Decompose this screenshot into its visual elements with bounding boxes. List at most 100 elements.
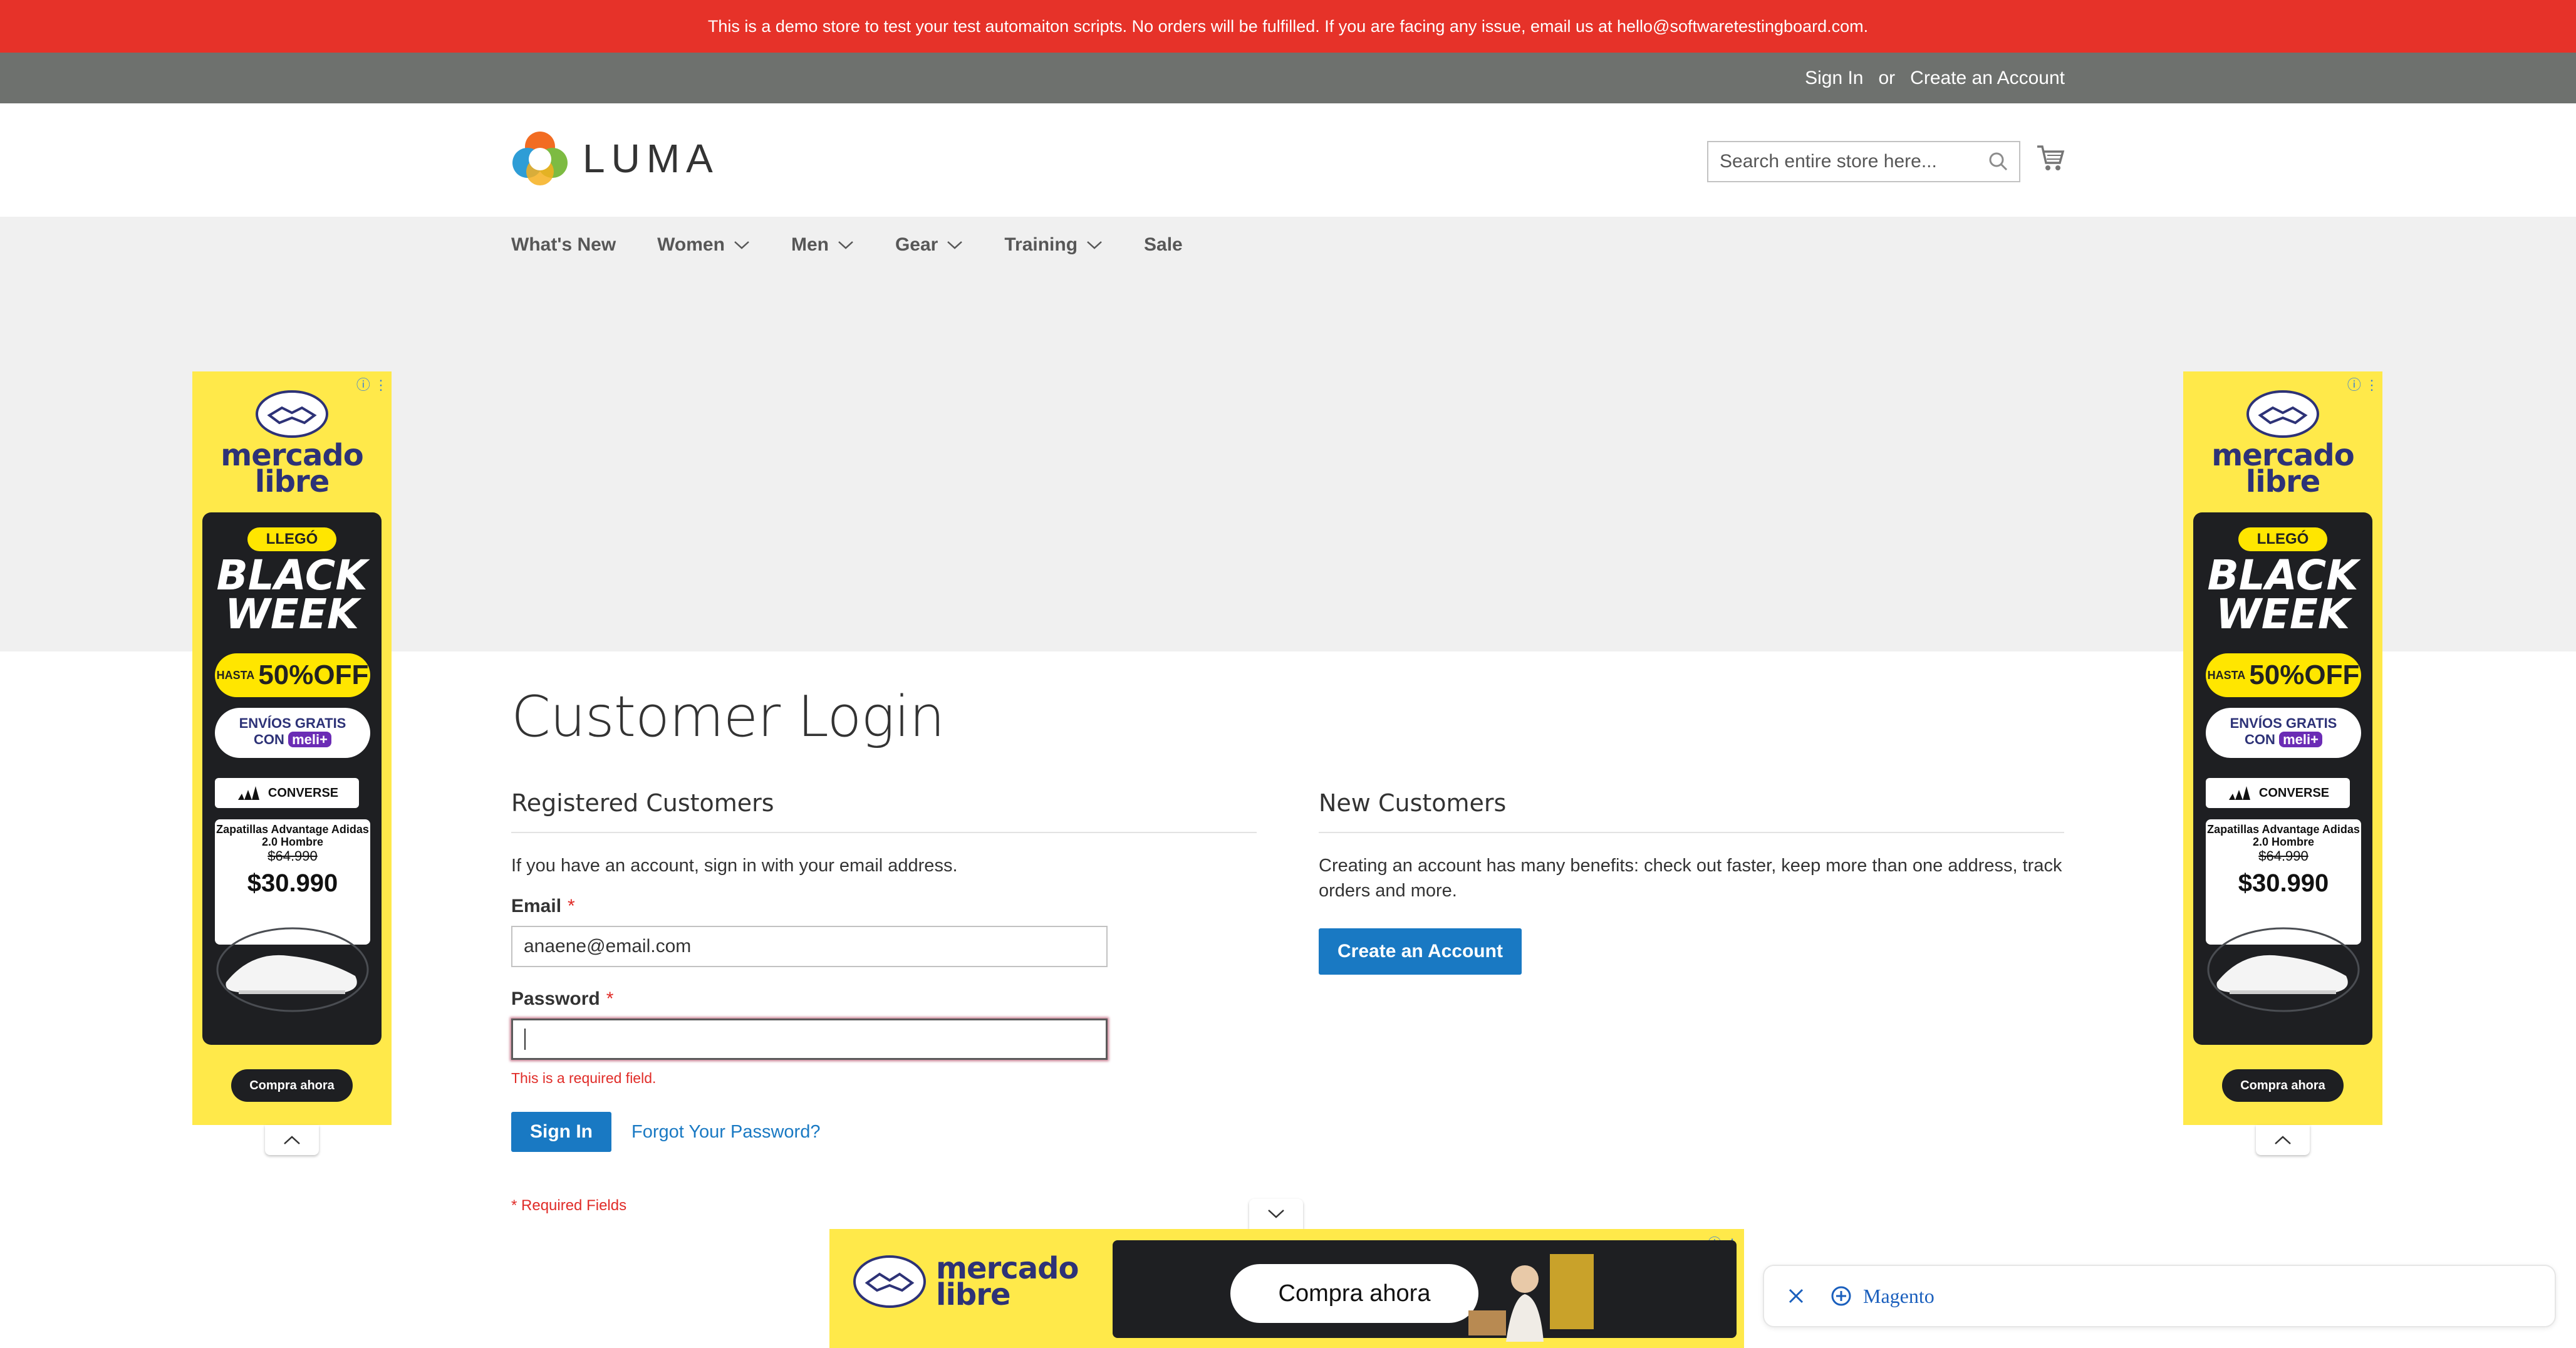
ad-shipping-pill: ENVÍOS GRATIS CON meli+: [2206, 708, 2361, 758]
magento-link[interactable]: Magento: [1831, 1285, 1935, 1308]
password-error-message: This is a required field.: [511, 1070, 657, 1086]
nav-item-label: Men: [791, 234, 829, 255]
adidas-logo-icon: [237, 786, 259, 800]
nav-item-label: Women: [657, 234, 725, 255]
ad-discount: 50%OFF: [258, 660, 369, 690]
forgot-password-link[interactable]: Forgot Your Password?: [631, 1122, 820, 1143]
ad-old-price: $64.990: [2258, 848, 2309, 864]
text-cursor: [524, 1029, 526, 1050]
cart-icon[interactable]: [2036, 144, 2065, 175]
email-field[interactable]: [511, 926, 1108, 967]
email-label-text: Email: [511, 896, 562, 916]
chevron-down-icon: [838, 241, 853, 249]
nav-item-women[interactable]: Women: [657, 234, 750, 256]
ad-converse: CONVERSE: [267, 785, 339, 800]
chevron-down-icon: [1268, 1210, 1284, 1218]
required-asterisk: *: [606, 988, 614, 1009]
registered-intro: If you have an account, sign in with you…: [511, 856, 958, 876]
ad-bottom-cta-button[interactable]: Compra ahora: [1230, 1264, 1478, 1323]
ad-envios-line1: ENVÍOS GRATIS: [2230, 715, 2337, 731]
nav-item-whats-new[interactable]: What's New: [511, 234, 616, 256]
ad-headline-line2: WEEK: [2215, 590, 2350, 638]
search-box[interactable]: [1707, 141, 2020, 182]
ad-shipping-pill: ENVÍOS GRATIS CON meli+: [215, 708, 370, 758]
nav-menu: What's New Women Men Gear Training Sale: [511, 234, 1183, 256]
sign-in-button[interactable]: Sign In: [511, 1112, 611, 1152]
nav-item-label: Training: [1004, 234, 1078, 255]
demo-banner-text: This is a demo store to test your test a…: [707, 16, 1869, 36]
ad-badge: LLEGÓ: [247, 527, 336, 551]
chevron-up-icon: [2275, 1136, 2291, 1144]
ad-old-price: $64.990: [267, 848, 318, 864]
logo-text: LUMA: [583, 136, 719, 181]
luma-logo-icon: [512, 132, 568, 185]
new-customers-title: New Customers: [1319, 789, 2064, 833]
ad-photo-image: [1468, 1254, 1594, 1342]
chevron-down-icon: [947, 241, 963, 249]
advertisement-bottom[interactable]: ⓘ ⋮ mercado libre Compra ahora: [829, 1229, 1744, 1348]
ad-cta-button[interactable]: Compra ahora: [231, 1069, 353, 1102]
ad-discount: 50%OFF: [2249, 660, 2360, 690]
ad-promo-card: LLEGÓ BLACK WEEK HASTA 50%OFF ENVÍOS GRA…: [202, 512, 382, 1045]
ad-converse: CONVERSE: [2258, 785, 2330, 800]
ad-price: $30.990: [2238, 869, 2329, 897]
login-actions: Sign In Forgot Your Password?: [511, 1112, 1257, 1152]
mercado-libre-logo: mercado libre: [192, 389, 392, 497]
ad-collapse-tab-left[interactable]: [265, 1125, 319, 1155]
ad-envios-line2: CON meli+: [215, 732, 370, 748]
password-field[interactable]: [511, 1019, 1108, 1060]
nav-item-sale[interactable]: Sale: [1144, 234, 1183, 256]
magento-notification: Magento: [1763, 1265, 2556, 1327]
email-label: Email *: [511, 896, 1257, 917]
site-header: LUMA: [0, 103, 2576, 217]
search-input[interactable]: [1720, 151, 1970, 172]
ad-brand-partners: CONVERSE: [215, 778, 359, 808]
mercado-libre-logo: mercado libre: [2183, 389, 2382, 497]
nav-item-gear[interactable]: Gear: [895, 234, 963, 256]
or-separator: or: [1878, 67, 1896, 88]
shoe-image: [216, 927, 369, 1012]
ad-headline-line1: BLACK: [216, 551, 368, 599]
mercado-libre-logo: mercado libre: [852, 1253, 1079, 1310]
ad-collapse-tab-right[interactable]: [2256, 1125, 2310, 1155]
ad-meli-plus: meli+: [288, 732, 331, 747]
ad-envios-con: CON: [2245, 732, 2275, 747]
ad-product-name: Zapatillas Advantage Adidas 2.0 Hombre: [2207, 823, 2360, 848]
chevron-down-icon: [734, 241, 749, 249]
ad-meli-plus: meli+: [2279, 732, 2322, 747]
luma-logo[interactable]: LUMA: [511, 130, 719, 187]
page-title: Customer Login: [511, 684, 945, 750]
ad-hasta: HASTA: [216, 668, 255, 682]
ad-headline-line2: WEEK: [224, 590, 360, 638]
ad-product-name: Zapatillas Advantage Adidas 2.0 Hombre: [216, 823, 369, 848]
header-links: Sign In or Create an Account: [1805, 53, 2065, 103]
required-asterisk: *: [568, 896, 575, 916]
advertisement-right[interactable]: ⓘ ⋮ mercado libre LLEGÓ BLACK WEEK HASTA…: [2183, 371, 2382, 1125]
ad-headline: BLACK WEEK: [2193, 555, 2372, 638]
registered-customers-block: Registered Customers If you have an acco…: [511, 789, 1257, 1215]
nav-item-training[interactable]: Training: [1004, 234, 1103, 256]
ad-discount-pill: HASTA 50%OFF: [2206, 653, 2361, 697]
ad-collapse-tab-bottom[interactable]: [1249, 1199, 1303, 1229]
nav-item-men[interactable]: Men: [791, 234, 854, 256]
password-label-text: Password: [511, 988, 600, 1009]
required-fields-note: * Required Fields: [511, 1197, 627, 1214]
sign-in-link[interactable]: Sign In: [1805, 68, 1863, 89]
password-label: Password *: [511, 988, 1257, 1010]
ad-hasta: HASTA: [2207, 668, 2246, 682]
ad-badge: LLEGÓ: [2238, 527, 2327, 551]
create-account-button[interactable]: Create an Account: [1319, 928, 1522, 975]
close-icon[interactable]: [1787, 1287, 1805, 1305]
search-icon[interactable]: [1988, 151, 2009, 175]
nav-item-label: Sale: [1144, 234, 1183, 255]
ad-promo-card: LLEGÓ BLACK WEEK HASTA 50%OFF ENVÍOS GRA…: [2193, 512, 2372, 1045]
nav-item-label: What's New: [511, 234, 616, 255]
demo-store-banner: This is a demo store to test your test a…: [0, 0, 2576, 53]
create-account-link[interactable]: Create an Account: [1910, 68, 2065, 89]
registered-customers-title: Registered Customers: [511, 789, 1257, 833]
handshake-icon: [2246, 390, 2319, 438]
ad-cta-button[interactable]: Compra ahora: [2222, 1069, 2344, 1102]
advertisement-left[interactable]: ⓘ ⋮ mercado libre LLEGÓ BLACK WEEK HASTA…: [192, 371, 392, 1125]
magento-label: Magento: [1863, 1284, 1935, 1307]
ad-bottom-brand: mercado libre: [936, 1253, 1079, 1310]
